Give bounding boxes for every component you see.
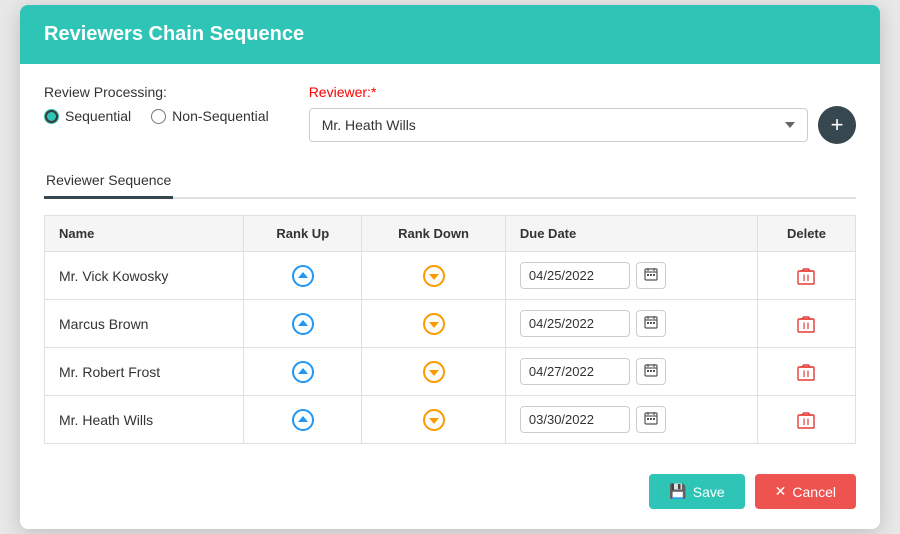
review-processing-section: Review Processing: Sequential Non-Sequen…: [44, 84, 269, 124]
cancel-icon: ✕: [775, 483, 787, 500]
table-row: Marcus Brown: [45, 300, 856, 348]
non-sequential-radio-label[interactable]: Non-Sequential: [151, 108, 269, 124]
rank-up-button-3[interactable]: [258, 408, 347, 432]
table-header-row: Name Rank Up Rank Down Due Date Delete: [45, 216, 856, 252]
reviewer-row: Mr. Heath Wills Mr. Vick Kowosky Marcus …: [309, 106, 856, 144]
save-label: Save: [693, 484, 725, 500]
rank-up-button-1[interactable]: [258, 312, 347, 336]
table-row: Mr. Robert Frost: [45, 348, 856, 396]
table-body: Mr. Vick Kowosky: [45, 252, 856, 444]
cell-delete-1: [757, 300, 855, 348]
cell-rank-up-3: [244, 396, 362, 444]
add-icon: +: [831, 112, 844, 138]
sequential-radio-label[interactable]: Sequential: [44, 108, 131, 124]
modal-footer: 💾 Save ✕ Cancel: [20, 460, 880, 529]
rank-down-button-0[interactable]: [376, 264, 491, 288]
cell-rank-up-0: [244, 252, 362, 300]
sequential-radio[interactable]: [44, 109, 59, 124]
review-processing-label: Review Processing:: [44, 84, 269, 100]
rank-down-button-1[interactable]: [376, 312, 491, 336]
required-marker: *: [371, 84, 376, 100]
delete-button-0[interactable]: [772, 267, 841, 285]
cell-delete-0: [757, 252, 855, 300]
cancel-label: Cancel: [792, 484, 836, 500]
delete-button-2[interactable]: [772, 363, 841, 381]
top-section: Review Processing: Sequential Non-Sequen…: [44, 84, 856, 144]
rank-up-button-0[interactable]: [258, 264, 347, 288]
modal-title: Reviewers Chain Sequence: [44, 23, 856, 46]
table-header: Name Rank Up Rank Down Due Date Delete: [45, 216, 856, 252]
cell-rank-down-2: [362, 348, 506, 396]
col-delete: Delete: [757, 216, 855, 252]
non-sequential-radio[interactable]: [151, 109, 166, 124]
modal-body: Review Processing: Sequential Non-Sequen…: [20, 64, 880, 460]
col-due-date: Due Date: [505, 216, 757, 252]
cell-rank-down-1: [362, 300, 506, 348]
calendar-button-0[interactable]: [636, 262, 666, 289]
calendar-button-2[interactable]: [636, 358, 666, 385]
cell-name-2: Mr. Robert Frost: [45, 348, 244, 396]
due-date-input-1[interactable]: [520, 310, 630, 337]
cell-name-3: Mr. Heath Wills: [45, 396, 244, 444]
modal-container: Reviewers Chain Sequence Review Processi…: [20, 5, 880, 529]
cell-rank-down-0: [362, 252, 506, 300]
cancel-button[interactable]: ✕ Cancel: [755, 474, 856, 509]
calendar-button-1[interactable]: [636, 310, 666, 337]
delete-button-1[interactable]: [772, 315, 841, 333]
cell-name-1: Marcus Brown: [45, 300, 244, 348]
reviewer-label: Reviewer:*: [309, 84, 856, 100]
reviewer-section: Reviewer:* Mr. Heath Wills Mr. Vick Kowo…: [309, 84, 856, 144]
delete-button-3[interactable]: [772, 411, 841, 429]
modal-header: Reviewers Chain Sequence: [20, 5, 880, 64]
cell-due-date-1: [505, 300, 757, 348]
cell-rank-up-1: [244, 300, 362, 348]
due-date-input-3[interactable]: [520, 406, 630, 433]
reviewer-select[interactable]: Mr. Heath Wills Mr. Vick Kowosky Marcus …: [309, 108, 808, 142]
cell-delete-2: [757, 348, 855, 396]
sequential-label: Sequential: [65, 108, 131, 124]
cell-name-0: Mr. Vick Kowosky: [45, 252, 244, 300]
due-date-input-0[interactable]: [520, 262, 630, 289]
due-date-input-2[interactable]: [520, 358, 630, 385]
col-name: Name: [45, 216, 244, 252]
cell-due-date-2: [505, 348, 757, 396]
tabs-container: Reviewer Sequence: [44, 164, 856, 199]
save-button[interactable]: 💾 Save: [649, 474, 744, 509]
tab-reviewer-sequence[interactable]: Reviewer Sequence: [44, 164, 173, 199]
reviewer-table: Name Rank Up Rank Down Due Date Delete M…: [44, 215, 856, 444]
radio-group: Sequential Non-Sequential: [44, 108, 269, 124]
add-reviewer-button[interactable]: +: [818, 106, 856, 144]
cell-rank-down-3: [362, 396, 506, 444]
table-row: Mr. Vick Kowosky: [45, 252, 856, 300]
save-icon: 💾: [669, 483, 686, 500]
rank-up-button-2[interactable]: [258, 360, 347, 384]
cell-due-date-3: [505, 396, 757, 444]
table-row: Mr. Heath Wills: [45, 396, 856, 444]
cell-due-date-0: [505, 252, 757, 300]
cell-delete-3: [757, 396, 855, 444]
non-sequential-label: Non-Sequential: [172, 108, 269, 124]
col-rank-down: Rank Down: [362, 216, 506, 252]
calendar-button-3[interactable]: [636, 406, 666, 433]
rank-down-button-2[interactable]: [376, 360, 491, 384]
rank-down-button-3[interactable]: [376, 408, 491, 432]
col-rank-up: Rank Up: [244, 216, 362, 252]
cell-rank-up-2: [244, 348, 362, 396]
